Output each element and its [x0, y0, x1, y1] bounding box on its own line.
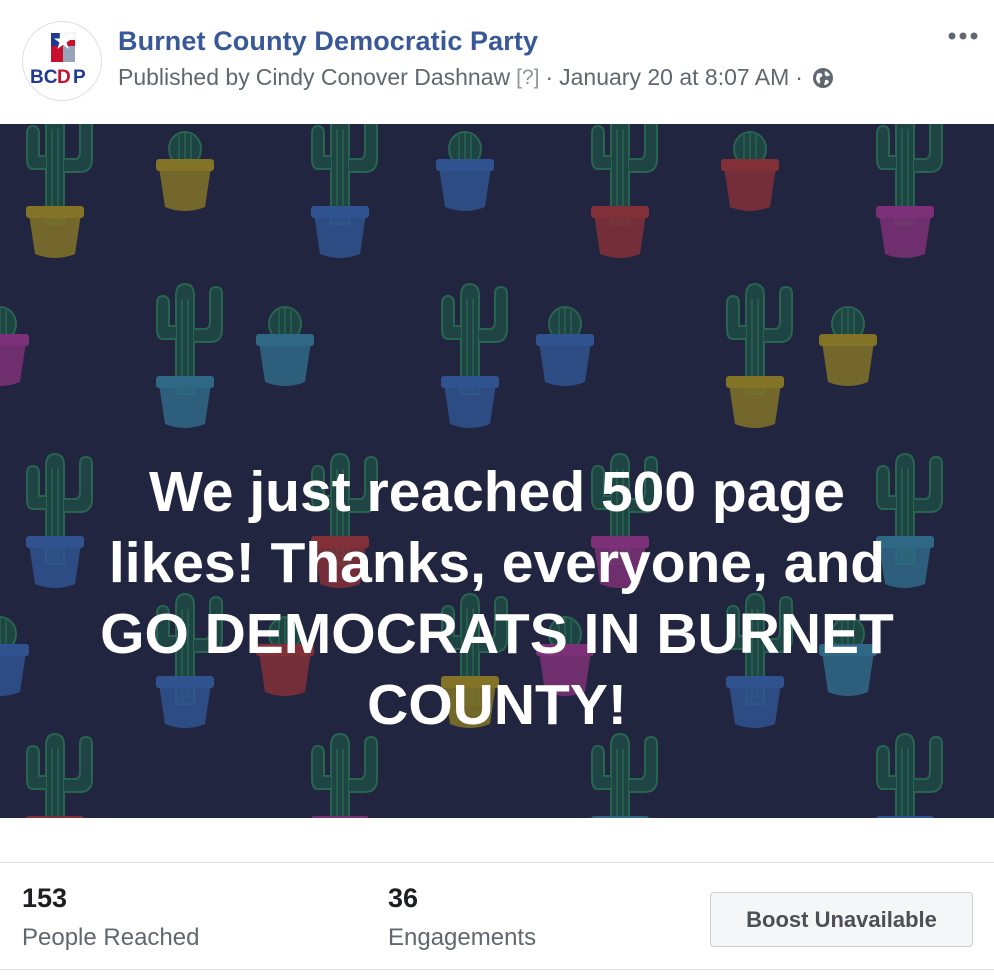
- more-options-button[interactable]: [944, 20, 984, 50]
- caption-line: likes! Thanks, everyone, and: [108, 531, 886, 595]
- more-options-icon: [948, 32, 978, 40]
- people-reached-label: People Reached: [22, 924, 200, 951]
- boost-unavailable-button[interactable]: Boost Unavailable: [710, 892, 973, 947]
- caption-line: GO DEMOCRATS IN BURNET: [100, 602, 894, 666]
- page-avatar[interactable]: BC D P: [22, 21, 102, 101]
- caption-line: We just reached 500 page: [149, 460, 845, 524]
- divider: [0, 969, 994, 970]
- caption-line: COUNTY!: [367, 673, 627, 737]
- separator: ·: [545, 64, 554, 90]
- engagements-stat[interactable]: 36 Engagements: [388, 883, 536, 952]
- separator: ·: [795, 64, 803, 90]
- post-image[interactable]: We just reached 500 page likes! Thanks, …: [0, 124, 994, 818]
- people-reached-stat[interactable]: 153 People Reached: [22, 883, 199, 952]
- spacer: [0, 818, 994, 862]
- bcdp-logo: BC D P: [30, 32, 86, 88]
- page-name-link[interactable]: Burnet County Democratic Party: [118, 26, 538, 57]
- author-name[interactable]: Cindy Conover Dashnaw: [256, 64, 510, 91]
- svg-text:P: P: [73, 67, 86, 88]
- people-reached-value: 153: [22, 883, 68, 913]
- help-marker[interactable]: [?]: [516, 66, 539, 90]
- svg-text:BC: BC: [30, 67, 58, 88]
- engagements-label: Engagements: [388, 924, 537, 951]
- image-caption: We just reached 500 page likes! Thanks, …: [0, 457, 994, 741]
- post-header: BC D P Burnet County Democratic Party Pu…: [0, 0, 994, 124]
- engagements-value: 36: [388, 883, 419, 913]
- post-timestamp[interactable]: January 20 at 8:07 AM: [559, 64, 789, 91]
- svg-text:D: D: [57, 67, 71, 88]
- globe-icon[interactable]: [811, 66, 835, 90]
- post-meta: Published by Cindy Conover Dashnaw [?] ·…: [118, 64, 835, 91]
- post-insights: 153 People Reached 36 Engagements Boost …: [0, 863, 994, 976]
- published-prefix: Published by: [118, 64, 250, 90]
